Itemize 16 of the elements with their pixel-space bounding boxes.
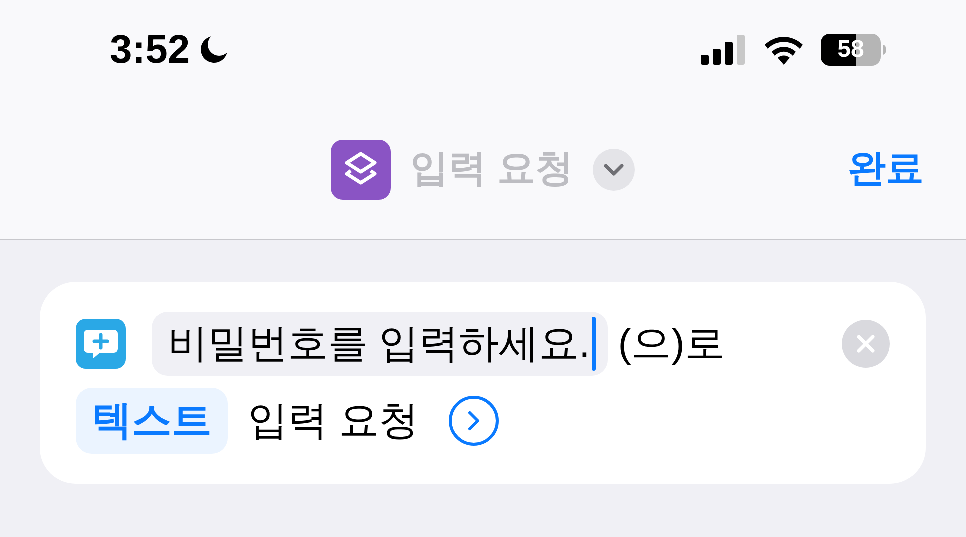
chevron-right-icon xyxy=(467,410,482,432)
ask-input-icon xyxy=(76,319,126,369)
chevron-down-button[interactable] xyxy=(593,148,636,190)
chevron-down-icon xyxy=(604,164,624,176)
time: 3:52 xyxy=(110,27,190,74)
signal-icon xyxy=(701,35,747,65)
action-label: 입력 요청 xyxy=(248,398,420,445)
shortcut-title: 입력 요청 xyxy=(410,147,574,192)
wifi-icon xyxy=(763,35,805,65)
done-button[interactable]: 완료 xyxy=(848,141,924,198)
close-icon xyxy=(856,334,876,354)
app-icon xyxy=(330,140,391,200)
text-type-token[interactable]: 텍스트 xyxy=(76,388,228,454)
prompt-field[interactable]: 비밀번호를 입력하세요. xyxy=(152,312,608,376)
chevron-right-button[interactable] xyxy=(449,396,500,446)
suffix-text: (으)로 xyxy=(618,321,725,368)
